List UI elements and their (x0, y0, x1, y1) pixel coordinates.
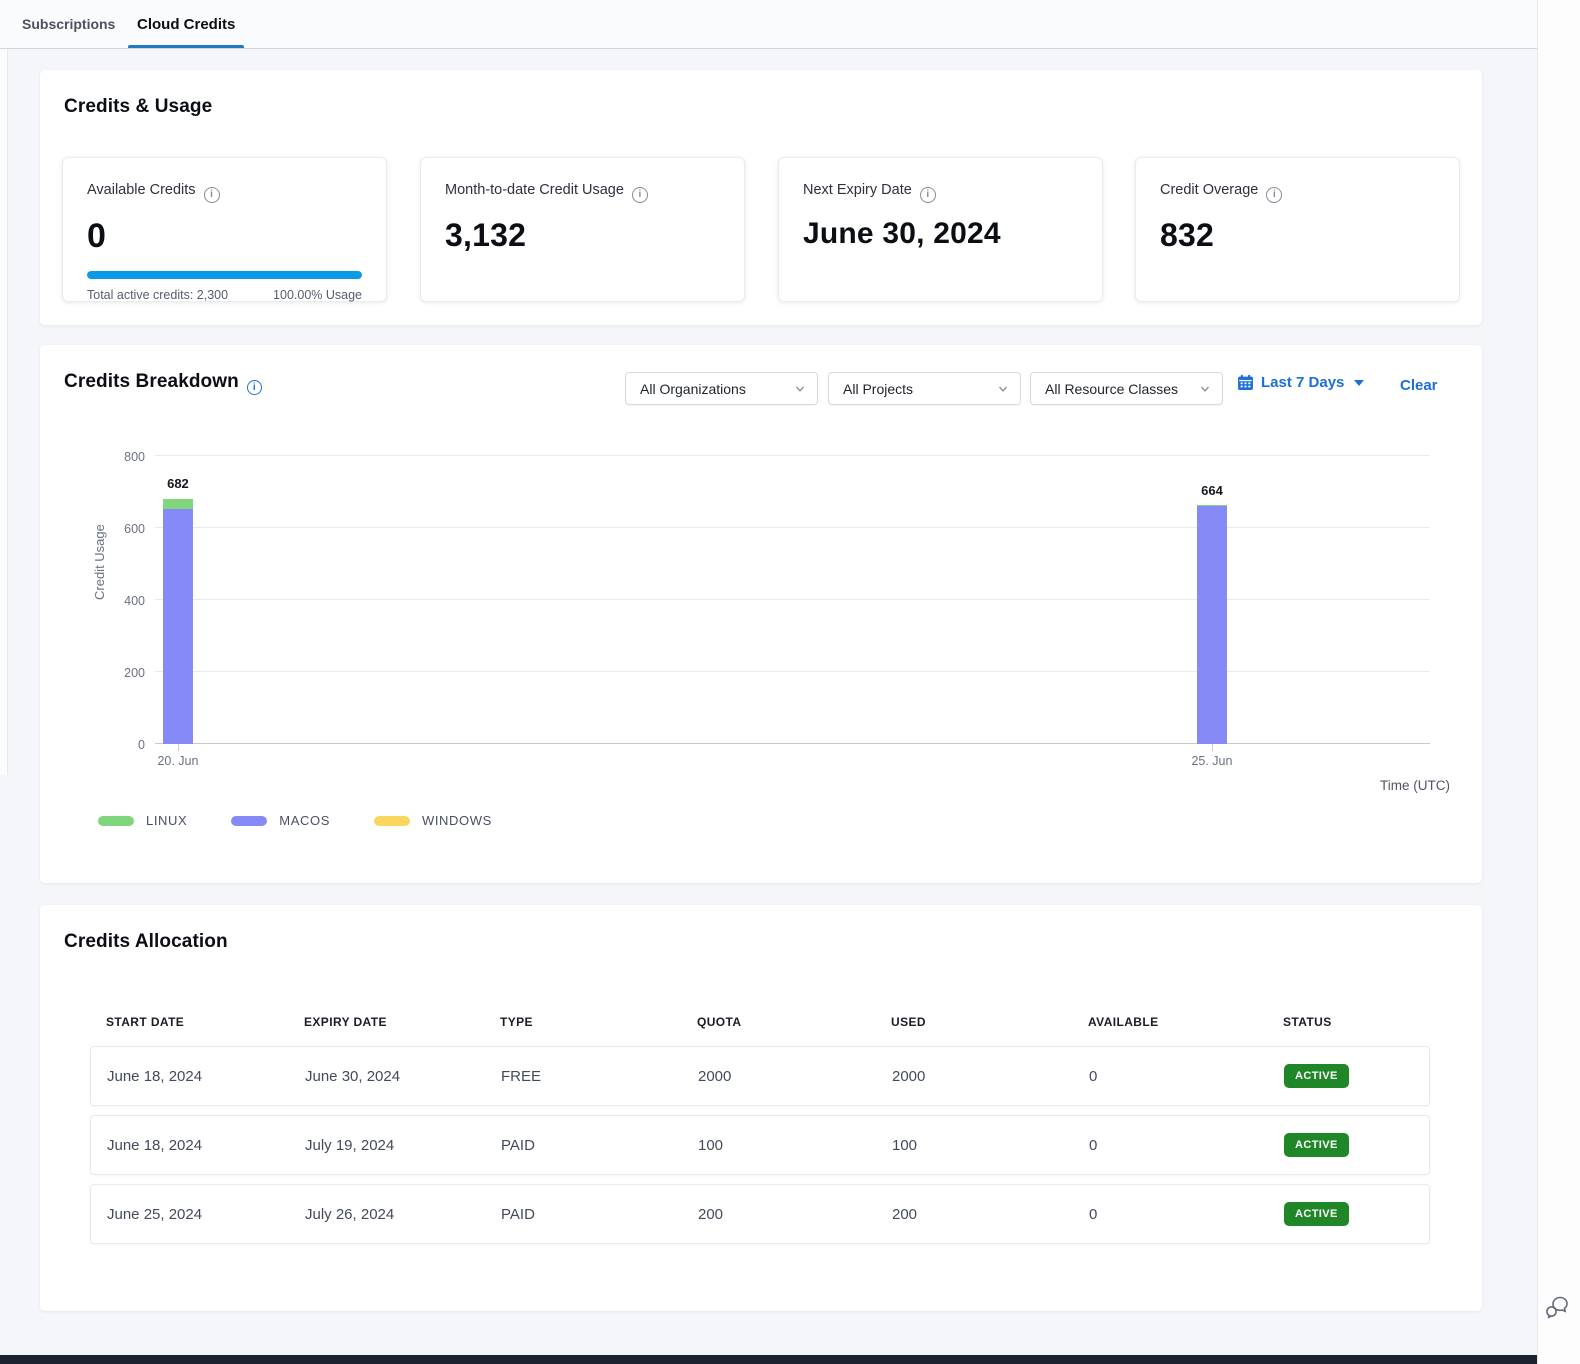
progress-fill (87, 271, 362, 279)
gridline (155, 599, 1430, 600)
right-panel (1537, 0, 1580, 1364)
col-available: AVAILABLE (1088, 1015, 1283, 1029)
allocation-table-header: START DATE EXPIRY DATE TYPE QUOTA USED A… (90, 1012, 1430, 1032)
legend-item-windows[interactable]: WINDOWS (374, 813, 492, 828)
chart-legend: LINUX MACOS WINDOWS (98, 813, 492, 828)
resource-classes-filter-select[interactable]: All Resource Classes (1030, 372, 1223, 405)
chevron-down-icon (795, 384, 805, 394)
col-quota: QUOTA (697, 1015, 891, 1029)
gridline (155, 671, 1430, 672)
bar-total-label: 682 (148, 476, 208, 491)
col-expiry-date: EXPIRY DATE (304, 1015, 500, 1029)
projects-filter-select[interactable]: All Projects (828, 372, 1021, 405)
legend-swatch-macos (231, 816, 267, 826)
chart-bar-25-jun[interactable] (1197, 505, 1227, 744)
metric-card-credit-overage: Credit Overagei 832 (1135, 157, 1460, 302)
col-type: TYPE (500, 1015, 697, 1029)
bottom-edge-bar (0, 1355, 1537, 1364)
credits-usage-section: Credits & Usage Available Creditsi 0 Tot… (40, 70, 1482, 325)
date-range-label: Last 7 Days (1261, 374, 1344, 391)
metric-label: Next Expiry Datei (803, 182, 1078, 203)
col-used: USED (891, 1015, 1088, 1029)
x-tick-mark (1212, 744, 1213, 751)
allocation-row: June 18, 2024 July 19, 2024 PAID 100 100… (90, 1115, 1430, 1175)
allocation-row: June 18, 2024 June 30, 2024 FREE 2000 20… (90, 1046, 1430, 1106)
info-icon[interactable]: i (632, 187, 648, 203)
legend-swatch-linux (98, 816, 134, 826)
info-icon[interactable]: i (1266, 187, 1282, 203)
y-tick-label: 600 (109, 522, 145, 536)
metric-label: Credit Overagei (1160, 182, 1435, 203)
metric-card-next-expiry: Next Expiry Datei June 30, 2024 (778, 157, 1103, 302)
y-tick-label: 0 (109, 738, 145, 752)
metric-value: June 30, 2024 (803, 217, 1078, 251)
allocation-row: June 25, 2024 July 26, 2024 PAID 200 200… (90, 1184, 1430, 1244)
y-tick-label: 200 (109, 666, 145, 680)
x-tick-mark (178, 744, 179, 751)
gridline (155, 527, 1430, 528)
legend-swatch-windows (374, 816, 410, 826)
credits-allocation-section: Credits Allocation START DATE EXPIRY DAT… (40, 905, 1482, 1311)
gridline (155, 455, 1430, 456)
chat-support-icon[interactable] (1544, 1294, 1570, 1320)
credits-usage-progress-bar (87, 271, 362, 279)
x-tick-label: 25. Jun (1172, 754, 1252, 768)
date-range-button[interactable]: Last 7 Days (1237, 374, 1364, 391)
clear-filters-button[interactable]: Clear (1400, 377, 1438, 394)
col-status: STATUS (1283, 1015, 1430, 1029)
info-icon[interactable]: i (247, 380, 262, 395)
legend-item-macos[interactable]: MACOS (231, 813, 330, 828)
metric-value: 832 (1160, 217, 1435, 254)
metric-value: 0 (87, 217, 362, 256)
bar-segment-macos (1197, 506, 1227, 744)
total-active-credits: Total active credits: 2,300 (87, 288, 228, 302)
x-axis-title: Time (UTC) (1380, 778, 1450, 793)
organizations-filter-value: All Organizations (640, 381, 746, 397)
status-badge: ACTIVE (1284, 1202, 1349, 1226)
left-panel-edge (0, 49, 8, 775)
status-badge: ACTIVE (1284, 1064, 1349, 1088)
bar-total-label: 664 (1182, 483, 1242, 498)
chevron-down-icon (1200, 384, 1210, 394)
usage-percent: 100.00% Usage (273, 288, 362, 302)
status-badge: ACTIVE (1284, 1133, 1349, 1157)
organizations-filter-select[interactable]: All Organizations (625, 372, 818, 405)
caret-down-icon (1354, 380, 1364, 386)
chevron-down-icon (998, 384, 1008, 394)
credits-breakdown-title: Credits Breakdowni (64, 371, 262, 395)
x-tick-label: 20. Jun (138, 754, 218, 768)
calendar-icon (1237, 374, 1254, 391)
credits-usage-title: Credits & Usage (64, 96, 212, 118)
tab-subscriptions[interactable]: Subscriptions (22, 0, 115, 48)
metric-card-available-credits: Available Creditsi 0 Total active credit… (62, 157, 387, 302)
bar-segment-linux (163, 499, 193, 510)
tab-bar: Subscriptions Cloud Credits (0, 0, 1537, 49)
bar-segment-macos (163, 509, 193, 744)
resource-classes-filter-value: All Resource Classes (1045, 381, 1178, 397)
metric-card-mtd-usage: Month-to-date Credit Usagei 3,132 (420, 157, 745, 302)
credits-breakdown-section: Credits Breakdowni All Organizations All… (40, 345, 1482, 883)
info-icon[interactable]: i (920, 187, 936, 203)
credit-usage-chart-plot: 020040060080068220. Jun66425. Jun (155, 456, 1430, 744)
active-tab-indicator (128, 45, 244, 48)
col-start-date: START DATE (106, 1015, 304, 1029)
projects-filter-value: All Projects (843, 381, 913, 397)
metric-label: Month-to-date Credit Usagei (445, 182, 720, 203)
chart-bar-20-jun[interactable] (163, 498, 193, 744)
y-tick-label: 800 (109, 450, 145, 464)
gridline (155, 743, 1430, 744)
credits-allocation-title: Credits Allocation (64, 931, 228, 953)
y-axis-title: Credit Usage (92, 460, 107, 600)
metric-value: 3,132 (445, 217, 720, 254)
info-icon[interactable]: i (204, 187, 220, 203)
metric-label: Available Creditsi (87, 182, 362, 203)
tab-cloud-credits-label: Cloud Credits (137, 16, 235, 33)
tab-cloud-credits[interactable]: Cloud Credits (128, 0, 244, 48)
y-tick-label: 400 (109, 594, 145, 608)
legend-item-linux[interactable]: LINUX (98, 813, 187, 828)
